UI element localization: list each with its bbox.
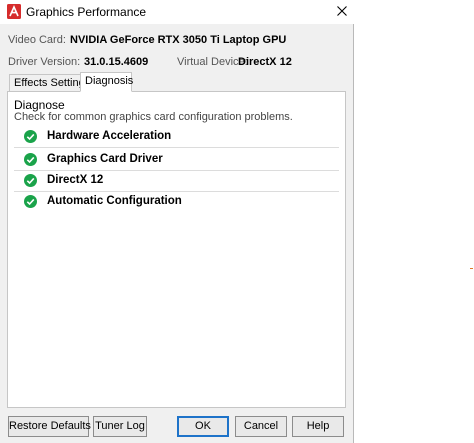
check-label: Hardware Acceleration [47, 130, 172, 142]
driver-version-value: 31.0.15.4609 [84, 56, 149, 68]
check-label: Automatic Configuration [47, 195, 182, 207]
tuner-log-button[interactable]: Tuner Log [93, 416, 147, 437]
green-check-circle-icon [24, 153, 37, 166]
check-label: Graphics Card Driver [47, 153, 163, 165]
driver-version-label: Driver Version: [8, 56, 81, 68]
close-button[interactable] [330, 0, 354, 24]
check-row-directx-12: DirectX 12 [14, 171, 339, 192]
video-card-label: Video Card: [8, 34, 66, 46]
diagnose-heading: Diagnose [14, 98, 65, 112]
cancel-button[interactable]: Cancel [235, 416, 287, 437]
check-row-hardware-acceleration: Hardware Acceleration [14, 127, 339, 148]
close-icon [337, 6, 347, 16]
restore-defaults-button[interactable]: Restore Defaults [8, 416, 91, 437]
video-card-value: NVIDIA GeForce RTX 3050 Ti Laptop GPU [70, 34, 287, 46]
green-check-circle-icon [24, 195, 37, 208]
virtual-device-value: DirectX 12 [238, 56, 292, 68]
help-button[interactable]: Help [292, 416, 344, 437]
diagnosis-panel: Diagnose Check for common graphics card … [7, 91, 346, 408]
green-check-circle-icon [24, 174, 37, 187]
window-title: Graphics Performance [26, 5, 147, 19]
background-artifact [470, 268, 473, 269]
title-bar[interactable]: Graphics Performance [0, 0, 354, 24]
check-row-graphics-card-driver: Graphics Card Driver [14, 150, 339, 171]
green-check-circle-icon [24, 130, 37, 143]
ok-button[interactable]: OK [177, 416, 229, 437]
check-row-automatic-configuration: Automatic Configuration [14, 192, 339, 213]
autodesk-a-logo-icon [7, 4, 21, 19]
graphics-performance-dialog: Graphics Performance Video Card: NVIDIA … [0, 0, 354, 443]
diagnose-description: Check for common graphics card configura… [14, 111, 293, 123]
tab-effects-settings[interactable]: Effects Settings [9, 74, 90, 92]
check-label: DirectX 12 [47, 174, 104, 186]
tab-diagnosis[interactable]: Diagnosis [80, 72, 133, 92]
